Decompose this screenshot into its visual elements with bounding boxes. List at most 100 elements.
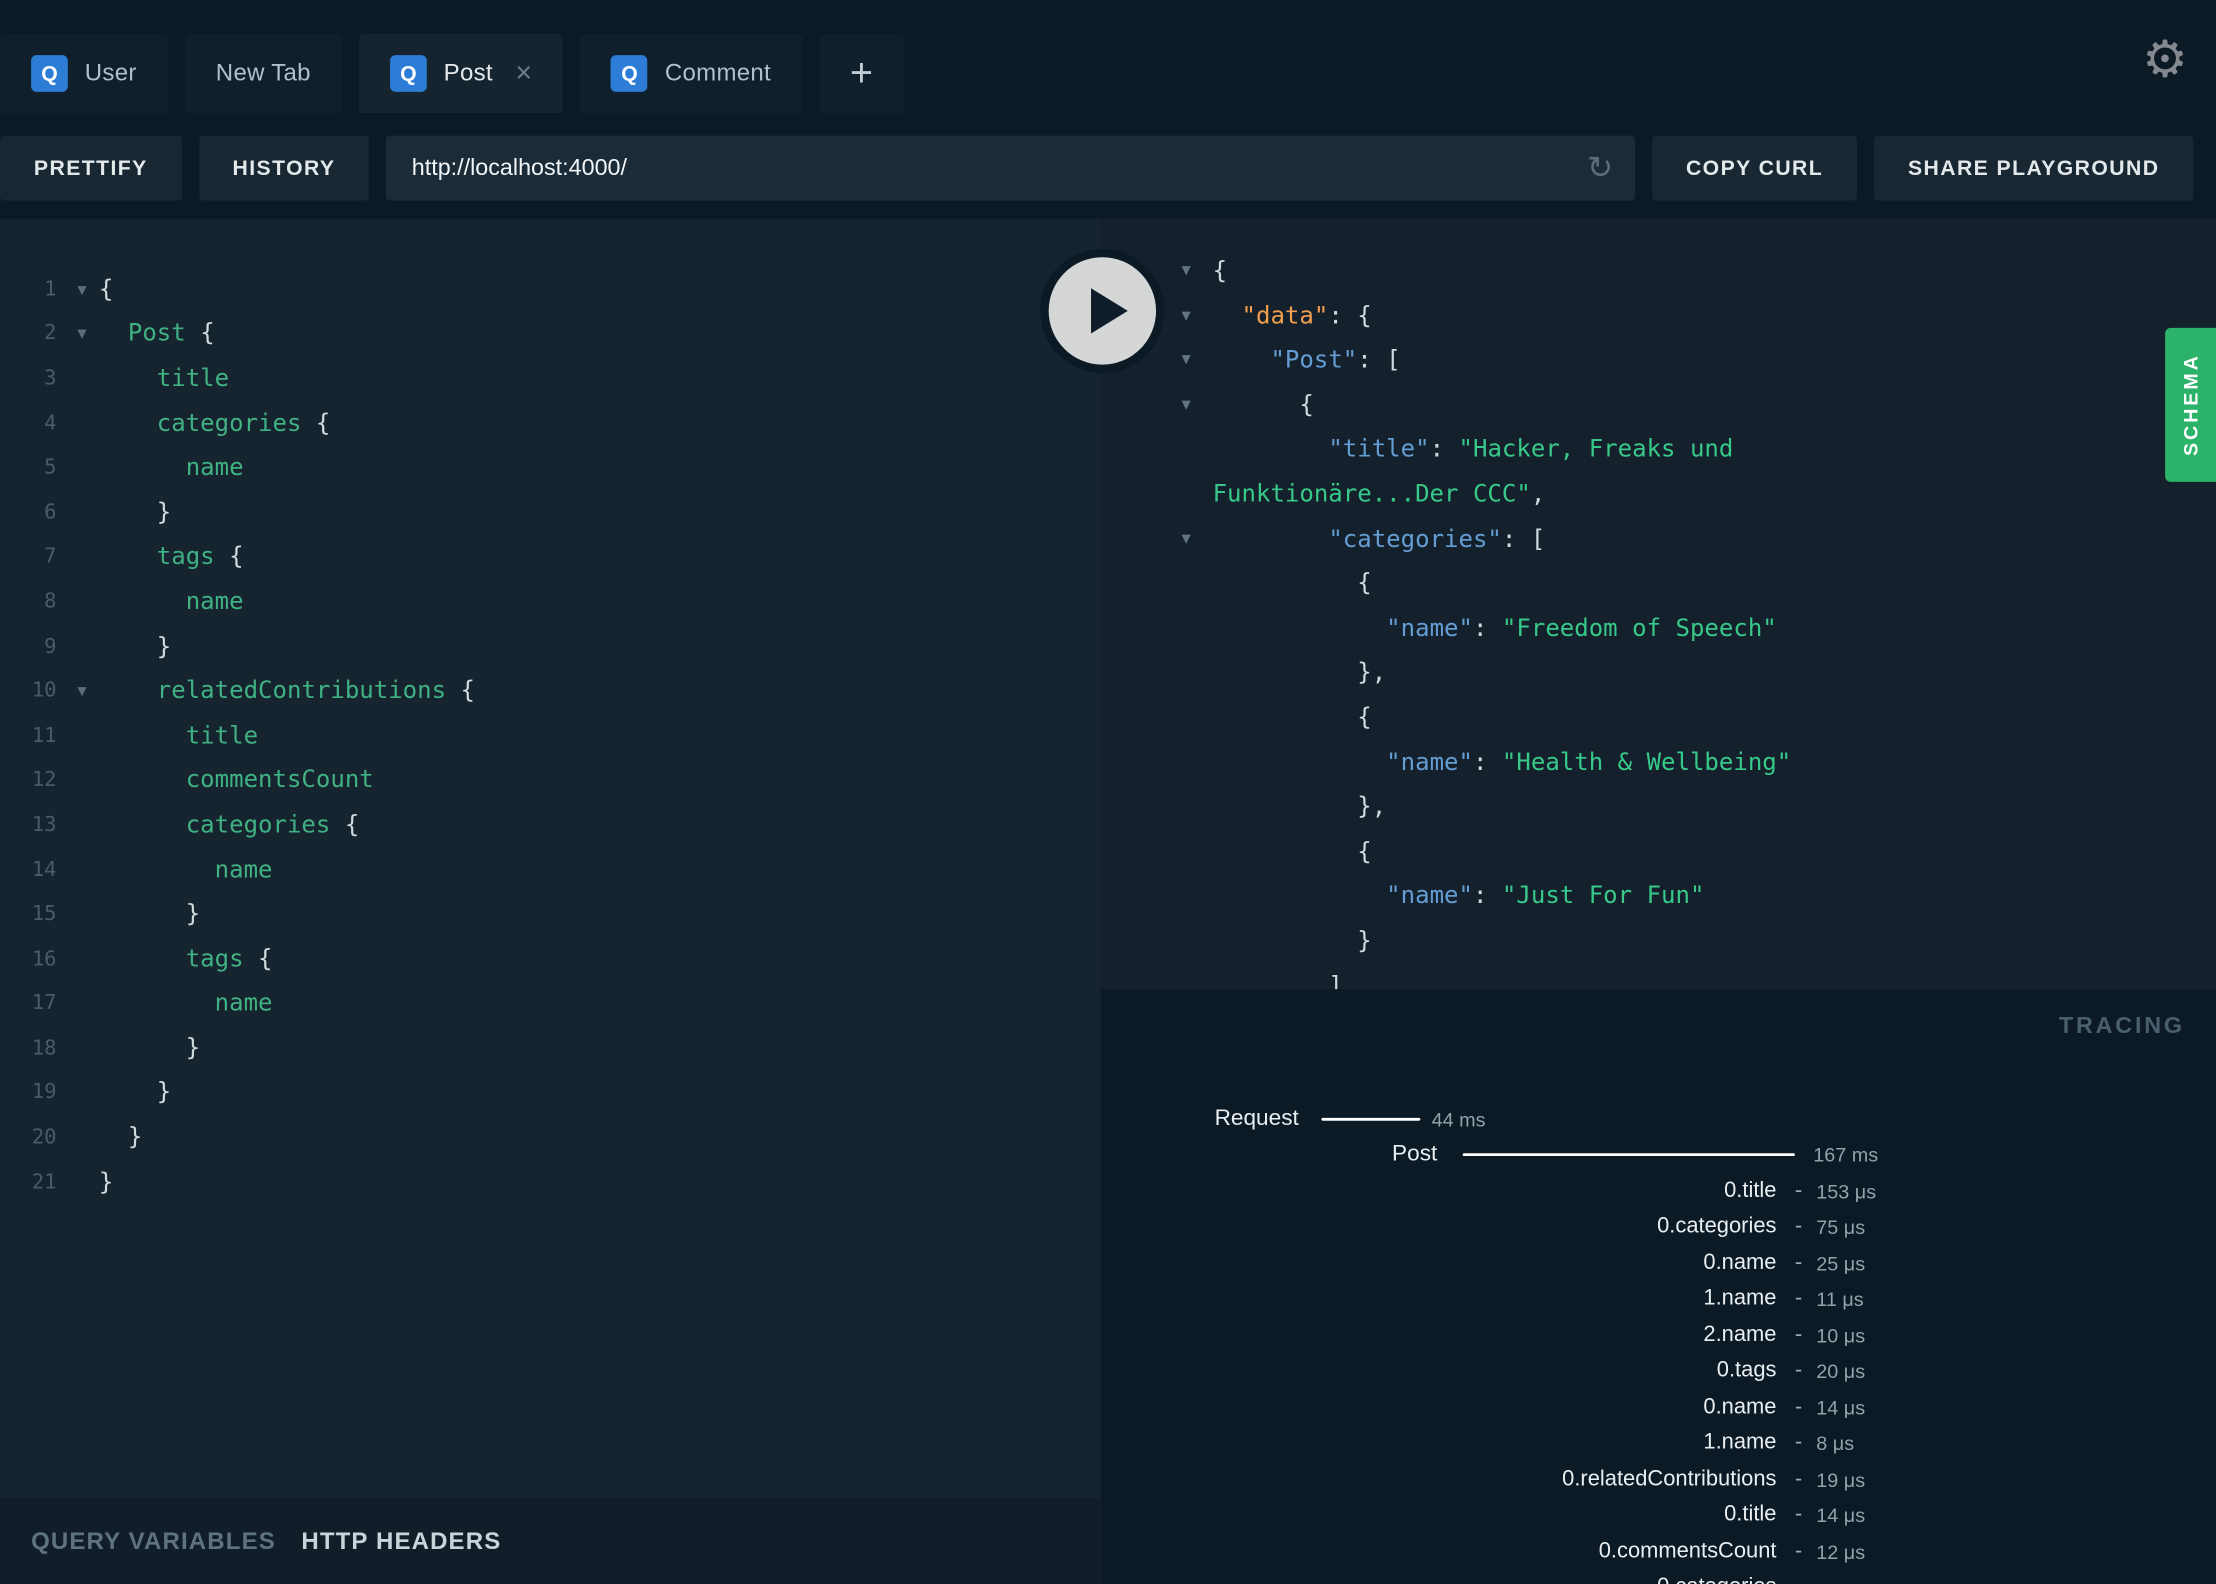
editor-line-1: 1 ▾{ bbox=[0, 267, 1101, 312]
field-name: tags bbox=[98, 543, 215, 572]
punctuation: : [ bbox=[1357, 346, 1401, 375]
tab-new-tab[interactable]: New Tab bbox=[184, 33, 342, 114]
fold-arrow-icon[interactable]: ▾ bbox=[65, 278, 99, 301]
json-key: "name" bbox=[1386, 748, 1473, 777]
code-text: title bbox=[99, 722, 258, 750]
json-key: "name" bbox=[1386, 614, 1473, 643]
editor-line-20: 20 } bbox=[0, 1115, 1101, 1160]
code-text: } bbox=[99, 1124, 142, 1152]
code-text: "title": "Hacker, Freaks und bbox=[1213, 429, 1733, 474]
line-number: 12 bbox=[31, 769, 57, 792]
play-circle bbox=[1048, 257, 1157, 365]
tracing-field-time: 75 μs bbox=[1816, 1215, 1866, 1239]
copy-curl-button[interactable]: COPY CURL bbox=[1652, 135, 1858, 201]
settings-gear-icon[interactable]: ⚙ bbox=[2142, 33, 2188, 85]
punctuation: }, bbox=[1212, 793, 1387, 822]
punctuation bbox=[1213, 525, 1329, 553]
tracing-field-row: 0.categories - bbox=[1101, 1569, 2216, 1584]
code-text: { bbox=[1213, 563, 1371, 608]
tracing-operation-row: Post 167 ms bbox=[1101, 1137, 2216, 1173]
punctuation: { bbox=[1212, 391, 1314, 420]
tracing-field-label: 0.name bbox=[1703, 1394, 1777, 1419]
reload-icon[interactable]: ↺ bbox=[1586, 150, 1612, 185]
punctuation: { bbox=[1212, 703, 1372, 732]
code-text: "data": { bbox=[1213, 295, 1372, 340]
tab-post[interactable]: Q Post × bbox=[358, 33, 564, 114]
graphql-playground-window: Q User New Tab Q Post × Q Comment + ⚙ PR… bbox=[0, 0, 2216, 1584]
response-line-11: { bbox=[1181, 697, 2216, 742]
line-number: 11 bbox=[31, 724, 57, 748]
tracing-field-time: 19 μs bbox=[1816, 1468, 1866, 1491]
tracing-field-row: 0.name -14 μs bbox=[1101, 1389, 2216, 1425]
tracing-field-label: 0.name bbox=[1703, 1250, 1777, 1275]
new-tab-button[interactable]: + bbox=[819, 33, 904, 114]
tracing-dash: - bbox=[1794, 1358, 1803, 1383]
tracing-field-time: 11 μs bbox=[1816, 1287, 1864, 1311]
punctuation bbox=[1213, 748, 1387, 776]
code-text: Post { bbox=[99, 320, 215, 348]
fold-arrow-icon[interactable]: ▾ bbox=[1181, 384, 1212, 412]
fold-arrow-icon[interactable]: ▾ bbox=[65, 323, 99, 346]
http-headers-tab[interactable]: HTTP HEADERS bbox=[301, 1527, 501, 1555]
tracing-title: TRACING bbox=[2058, 1013, 2185, 1039]
field-name: tags bbox=[98, 945, 244, 974]
json-key: "title" bbox=[1328, 435, 1430, 465]
tracing-dash: - bbox=[1794, 1178, 1803, 1203]
tracing-dash: - bbox=[1794, 1286, 1803, 1311]
share-playground-button[interactable]: SHARE PLAYGROUND bbox=[1874, 135, 2194, 201]
punctuation: : bbox=[1429, 435, 1459, 465]
fold-arrow-icon[interactable]: ▾ bbox=[65, 680, 99, 703]
fold-arrow-icon[interactable]: ▾ bbox=[1181, 518, 1212, 546]
line-number: 20 bbox=[31, 1126, 57, 1150]
tab-comment[interactable]: Q Comment bbox=[580, 33, 803, 114]
punctuation: { bbox=[185, 319, 215, 349]
schema-side-tab[interactable]: SCHEMA bbox=[2165, 327, 2216, 482]
code-text: "Post": [ bbox=[1213, 339, 1401, 384]
line-number: 7 bbox=[44, 546, 57, 569]
execute-button[interactable] bbox=[1040, 248, 1165, 374]
line-number: 16 bbox=[31, 947, 57, 971]
code-text: name bbox=[99, 454, 244, 482]
tracing-dash: - bbox=[1794, 1214, 1803, 1239]
field-name: categories bbox=[98, 409, 302, 438]
field-name: name bbox=[98, 453, 244, 483]
tracing-dash: - bbox=[1795, 1575, 1802, 1584]
line-number: 2 bbox=[44, 322, 57, 346]
history-button[interactable]: HISTORY bbox=[198, 135, 370, 201]
tracing-field-row: 0.commentsCount -12 μs bbox=[1101, 1533, 2216, 1569]
code-text: "name": "Health & Wellbeing" bbox=[1213, 741, 1791, 786]
code-text: } bbox=[99, 1079, 171, 1107]
tracing-field-label: 1.name bbox=[1703, 1286, 1777, 1311]
fold-arrow-icon[interactable]: ▾ bbox=[1181, 339, 1212, 367]
tab-close-icon[interactable]: × bbox=[516, 59, 533, 87]
query-badge: Q bbox=[611, 55, 648, 92]
editor-footer: QUERY VARIABLES HTTP HEADERS bbox=[0, 1498, 1101, 1584]
tracing-field-row: 0.tags -20 μs bbox=[1101, 1353, 2216, 1389]
punctuation: { bbox=[301, 409, 331, 438]
fold-arrow-icon[interactable]: ▾ bbox=[1181, 295, 1212, 323]
prettify-button[interactable]: PRETTIFY bbox=[0, 135, 182, 201]
response-line-17: ] bbox=[1181, 965, 2216, 990]
url-box: ↺ bbox=[386, 135, 1636, 201]
tracing-field-label: 2.name bbox=[1703, 1322, 1777, 1347]
response-line-6: Funktionäre...Der CCC", bbox=[1181, 473, 2216, 518]
line-number: 10 bbox=[31, 679, 57, 703]
code-text: } bbox=[1213, 920, 1371, 965]
code-text: { bbox=[99, 275, 113, 303]
string-value: "Just For Fun" bbox=[1501, 882, 1705, 911]
url-input[interactable] bbox=[386, 135, 1636, 201]
tracing-operation-time: 167 ms bbox=[1813, 1143, 1879, 1167]
tab-bar: Q User New Tab Q Post × Q Comment + bbox=[0, 33, 904, 114]
tab-user[interactable]: Q User bbox=[0, 33, 168, 114]
fold-arrow-icon[interactable]: ▾ bbox=[1181, 250, 1212, 278]
tab-label: User bbox=[84, 59, 137, 87]
query-editor-lines: 1 ▾{2 ▾ Post {3 title 4 categories {5 name 6… bbox=[0, 219, 1101, 1205]
tracing-dash: - bbox=[1794, 1502, 1803, 1527]
query-variables-tab[interactable]: QUERY VARIABLES bbox=[31, 1527, 276, 1555]
query-badge: Q bbox=[31, 55, 68, 92]
tracing-panel: TRACING Request 44 ms Post 167 ms 0.titl… bbox=[1100, 989, 2216, 1584]
query-editor[interactable]: 1 ▾{2 ▾ Post {3 title 4 categories {5 name 6… bbox=[0, 219, 1101, 1584]
tracing-rows: Request 44 ms Post 167 ms 0.title -153 μs… bbox=[1101, 1101, 2216, 1584]
